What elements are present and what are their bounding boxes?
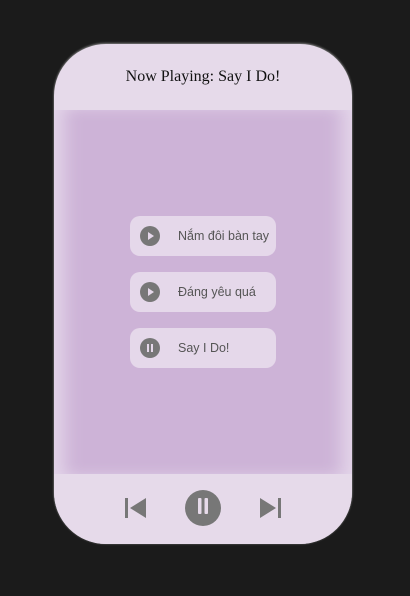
track-title: Nắm đôi bàn tay xyxy=(178,229,270,243)
pause-icon[interactable] xyxy=(140,338,160,358)
now-playing-title: Now Playing: Say I Do! xyxy=(126,68,281,86)
playlist-area: Nắm đôi bàn tay Đáng yêu quá Say I Do! xyxy=(54,110,352,474)
skip-next-icon[interactable] xyxy=(258,496,282,525)
track-list: Nắm đôi bàn tay Đáng yêu quá Say I Do! xyxy=(130,216,276,384)
player-header: Now Playing: Say I Do! xyxy=(54,44,352,110)
pause-icon xyxy=(185,488,221,529)
track-item-nam-doi-ban-tay[interactable]: Nắm đôi bàn tay xyxy=(130,216,276,256)
track-title: Đáng yêu quá xyxy=(178,285,256,299)
track-item-say-i-do[interactable]: Say I Do! xyxy=(130,328,276,368)
now-playing-label: Now Playing: xyxy=(125,68,215,85)
skip-previous-icon[interactable] xyxy=(124,496,148,525)
play-pause-button[interactable] xyxy=(185,490,221,526)
music-player: Now Playing: Say I Do! Nắm đôi bàn tay Đ… xyxy=(54,44,352,544)
track-item-dang-yeu-qua[interactable]: Đáng yêu quá xyxy=(130,272,276,312)
play-icon[interactable] xyxy=(140,282,160,302)
track-title: Say I Do! xyxy=(178,341,230,355)
play-icon[interactable] xyxy=(140,226,160,246)
current-track-title: Say I Do! xyxy=(218,68,281,85)
